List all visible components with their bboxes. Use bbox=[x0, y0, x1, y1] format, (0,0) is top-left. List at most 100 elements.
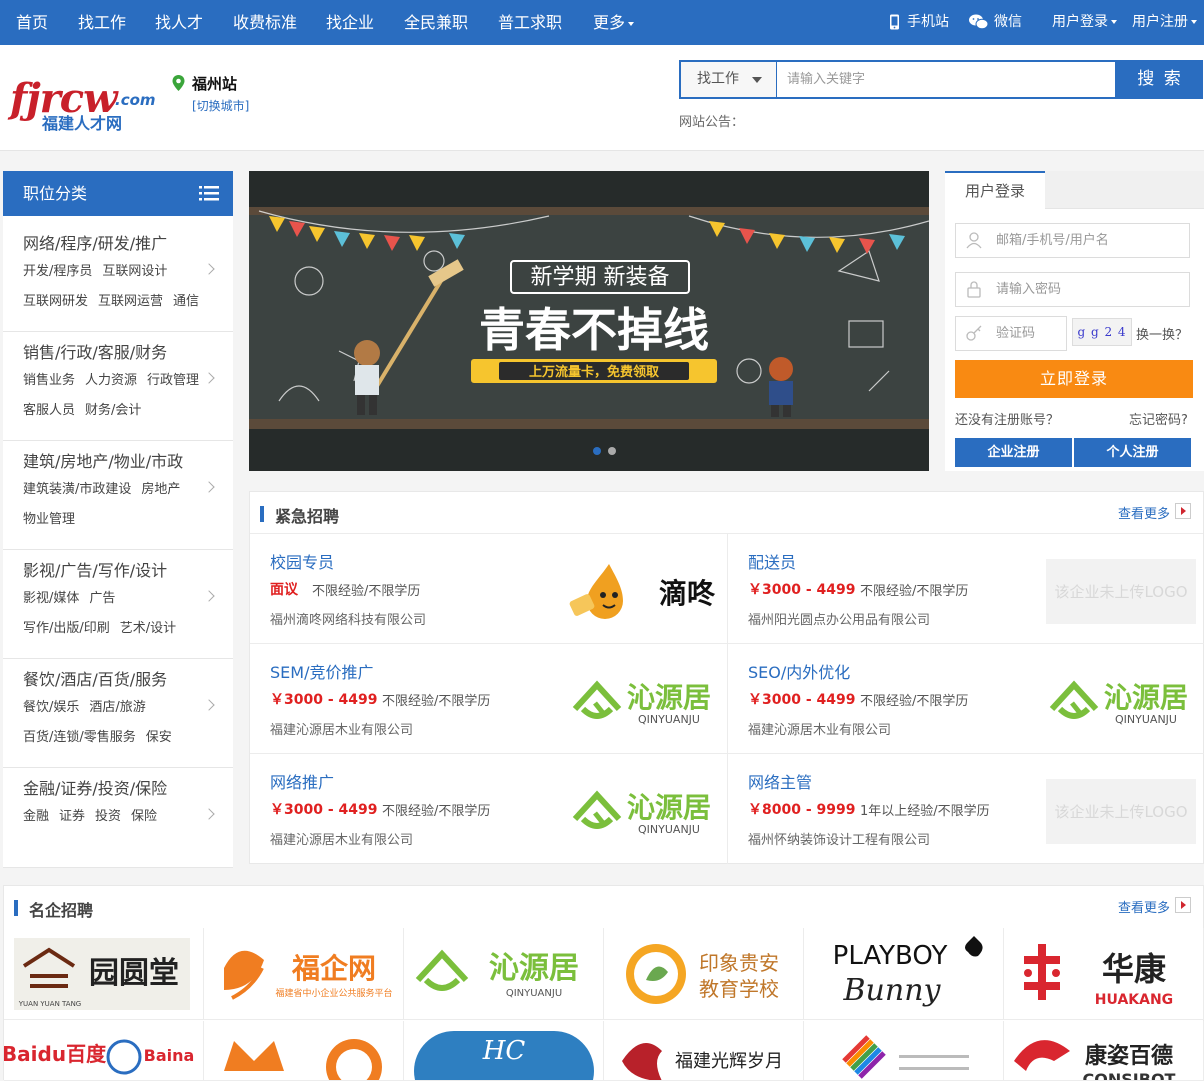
company-tile[interactable]: HC bbox=[404, 1021, 604, 1081]
subcategory-link[interactable]: 保险 bbox=[131, 809, 157, 824]
captcha-image[interactable]: g g 2 4 bbox=[1072, 318, 1132, 346]
subcategory-link[interactable]: 物业管理 bbox=[23, 512, 75, 527]
subcategory-link[interactable]: 人力资源 bbox=[85, 373, 137, 388]
company-tile[interactable]: Baidu百度 Baina bbox=[4, 1021, 204, 1081]
user-register-menu[interactable]: 用户注册 bbox=[1132, 0, 1197, 45]
job-company[interactable]: 福建沁源居木业有限公司 bbox=[270, 719, 413, 738]
category-title[interactable]: 餐饮/酒店/百货/服务 bbox=[23, 666, 167, 690]
company-tile[interactable]: 华康 HUAKANG bbox=[1004, 928, 1204, 1020]
list-menu-icon[interactable] bbox=[199, 185, 219, 202]
chevron-right-icon[interactable] bbox=[203, 590, 215, 602]
company-tile[interactable]: 福建光辉岁月 bbox=[604, 1021, 804, 1081]
job-card[interactable]: 配送员 ￥3000 - 4499 不限经验/不限学历 福州阳光圆点办公用品有限公司 该企… bbox=[727, 534, 1204, 644]
job-card[interactable]: 网络主管 ￥8000 - 9999 1年以上经验/不限学历 福州怀纳装饰设计工程有限公… bbox=[727, 754, 1204, 864]
site-logo[interactable]: fjrcw .com 福建人才网 bbox=[10, 75, 156, 133]
company-tile[interactable]: 福企网 福建省中小企业公共服务平台 bbox=[204, 928, 404, 1020]
personal-register-button[interactable]: 个人注册 bbox=[1074, 438, 1191, 467]
job-card[interactable]: SEM/竞价推广 ￥3000 - 4499 不限经验/不限学历 福建沁源居木业有限公司… bbox=[250, 644, 727, 754]
arrow-right-icon[interactable] bbox=[1175, 897, 1191, 913]
arrow-right-icon[interactable] bbox=[1175, 503, 1191, 519]
nav-more[interactable]: 更多 bbox=[593, 0, 635, 45]
subcategory-link[interactable]: 互联网设计 bbox=[102, 264, 167, 279]
nav-find-job[interactable]: 找工作 bbox=[78, 0, 126, 45]
carousel-dot-2[interactable] bbox=[608, 447, 616, 455]
password-field[interactable]: 请输入密码 bbox=[955, 272, 1190, 307]
category-title[interactable]: 网络/程序/研发/推广 bbox=[23, 230, 167, 254]
nav-pricing[interactable]: 收费标准 bbox=[233, 0, 297, 45]
job-card[interactable]: SEO/内外优化 ￥3000 - 4499 不限经验/不限学历 福建沁源居木业有限公司… bbox=[727, 644, 1204, 754]
job-company[interactable]: 福州怀纳装饰设计工程有限公司 bbox=[748, 829, 930, 848]
subcategory-link[interactable]: 百货/连锁/零售服务 bbox=[23, 730, 136, 745]
company-tile[interactable]: 印象贵安 教育学校 bbox=[604, 928, 804, 1020]
no-account-link[interactable]: 还没有注册账号？ bbox=[955, 409, 1059, 428]
chevron-right-icon[interactable] bbox=[203, 481, 215, 493]
urgent-more-link[interactable]: 查看更多 bbox=[1118, 503, 1170, 522]
job-card[interactable]: 校园专员 面议 不限经验/不限学历 福州滴咚网络科技有限公司 滴咚 bbox=[250, 534, 727, 644]
job-card[interactable]: 网络推广 ￥3000 - 4499 不限经验/不限学历 福建沁源居木业有限公司 沁源居 Q… bbox=[250, 754, 727, 864]
subcategory-link[interactable]: 证券 bbox=[59, 809, 85, 824]
category-title[interactable]: 金融/证券/投资/保险 bbox=[23, 775, 167, 799]
subcategory-link[interactable]: 房地产 bbox=[141, 482, 180, 497]
job-company[interactable]: 福州阳光圆点办公用品有限公司 bbox=[748, 609, 930, 628]
nav-home[interactable]: 首页 bbox=[16, 0, 48, 45]
subcategory-link[interactable]: 酒店/旅游 bbox=[89, 700, 145, 715]
category-title[interactable]: 建筑/房地产/物业/市政 bbox=[23, 448, 183, 472]
company-register-button[interactable]: 企业注册 bbox=[955, 438, 1072, 467]
subcategory-link[interactable]: 艺术/设计 bbox=[120, 621, 176, 636]
company-logo-box[interactable]: 该企业未上传LOGO bbox=[1046, 779, 1196, 844]
company-logo-box[interactable]: 沁源居 QINYUANJU bbox=[569, 779, 719, 844]
wechat-link[interactable]: 微信 bbox=[969, 0, 1022, 45]
username-field[interactable]: 邮箱/手机号/用户名 bbox=[955, 223, 1190, 258]
category-title[interactable]: 影视/广告/写作/设计 bbox=[23, 557, 167, 581]
job-title[interactable]: 配送员 bbox=[748, 549, 796, 573]
promo-banner[interactable]: 新学期 新装备 青春不掉线 上万流量卡，免费领取 bbox=[249, 171, 929, 471]
refresh-captcha-link[interactable]: 换一换？ bbox=[1136, 324, 1188, 343]
subcategory-link[interactable]: 金融 bbox=[23, 809, 49, 824]
company-logo-box[interactable]: 滴咚 bbox=[569, 559, 719, 624]
login-button[interactable]: 立即登录 bbox=[955, 360, 1193, 398]
subcategory-link[interactable]: 建筑装潢/市政建设 bbox=[23, 482, 131, 497]
company-tile[interactable]: 园圆堂 YUAN YUAN TANG bbox=[4, 928, 204, 1020]
subcategory-link[interactable]: 投资 bbox=[95, 809, 121, 824]
category-title[interactable]: 销售/行政/客服/财务 bbox=[23, 339, 167, 363]
company-tile[interactable]: 康姿百德 CONSIBOT bbox=[1004, 1021, 1204, 1081]
nav-find-company[interactable]: 找企业 bbox=[326, 0, 374, 45]
job-title[interactable]: 校园专员 bbox=[270, 549, 334, 573]
job-title[interactable]: 网络推广 bbox=[270, 769, 334, 793]
company-logo-box[interactable]: 该企业未上传LOGO bbox=[1046, 559, 1196, 624]
forgot-password-link[interactable]: 忘记密码? bbox=[1129, 409, 1188, 428]
subcategory-link[interactable]: 行政管理 bbox=[147, 373, 199, 388]
subcategory-link[interactable]: 写作/出版/印刷 bbox=[23, 621, 110, 636]
subcategory-link[interactable]: 互联网研发 bbox=[23, 294, 88, 309]
chevron-right-icon[interactable] bbox=[203, 263, 215, 275]
user-login-menu[interactable]: 用户登录 bbox=[1052, 0, 1117, 45]
subcategory-link[interactable]: 保安 bbox=[146, 730, 172, 745]
job-company[interactable]: 福建沁源居木业有限公司 bbox=[270, 829, 413, 848]
switch-city-link[interactable]: [切换城市] bbox=[192, 97, 249, 114]
captcha-field[interactable]: 验证码 bbox=[955, 316, 1067, 351]
subcategory-link[interactable]: 餐饮/娱乐 bbox=[23, 700, 79, 715]
subcategory-link[interactable]: 客服人员 bbox=[23, 403, 75, 418]
company-tile[interactable] bbox=[204, 1021, 404, 1081]
tab-user-login[interactable]: 用户登录 bbox=[945, 171, 1045, 209]
company-logo-box[interactable]: 沁源居 QINYUANJU bbox=[1046, 669, 1196, 734]
company-tile[interactable]: PLAYBOY Bunny bbox=[804, 928, 1004, 1020]
job-title[interactable]: 网络主管 bbox=[748, 769, 812, 793]
carousel-dot-1[interactable] bbox=[593, 447, 601, 455]
subcategory-link[interactable]: 互联网运营 bbox=[98, 294, 163, 309]
mobile-site-link[interactable]: 手机站 bbox=[889, 0, 949, 45]
nav-part-time[interactable]: 全民兼职 bbox=[404, 0, 468, 45]
subcategory-link[interactable]: 广告 bbox=[89, 591, 115, 606]
subcategory-link[interactable]: 财务/会计 bbox=[85, 403, 141, 418]
company-logo-box[interactable]: 沁源居 QINYUANJU bbox=[569, 669, 719, 734]
search-button[interactable]: 搜 索 bbox=[1117, 60, 1203, 99]
job-company[interactable]: 福州滴咚网络科技有限公司 bbox=[270, 609, 426, 628]
company-tile[interactable] bbox=[804, 1021, 1004, 1081]
famous-more-link[interactable]: 查看更多 bbox=[1118, 897, 1170, 916]
search-type-select[interactable]: 找工作 bbox=[679, 60, 777, 99]
subcategory-link[interactable]: 通信 bbox=[173, 294, 199, 309]
search-input[interactable]: 请输入关键字 bbox=[777, 60, 1117, 99]
company-tile[interactable]: 沁源居 QINYUANJU bbox=[404, 928, 604, 1020]
chevron-right-icon[interactable] bbox=[203, 699, 215, 711]
job-company[interactable]: 福建沁源居木业有限公司 bbox=[748, 719, 891, 738]
